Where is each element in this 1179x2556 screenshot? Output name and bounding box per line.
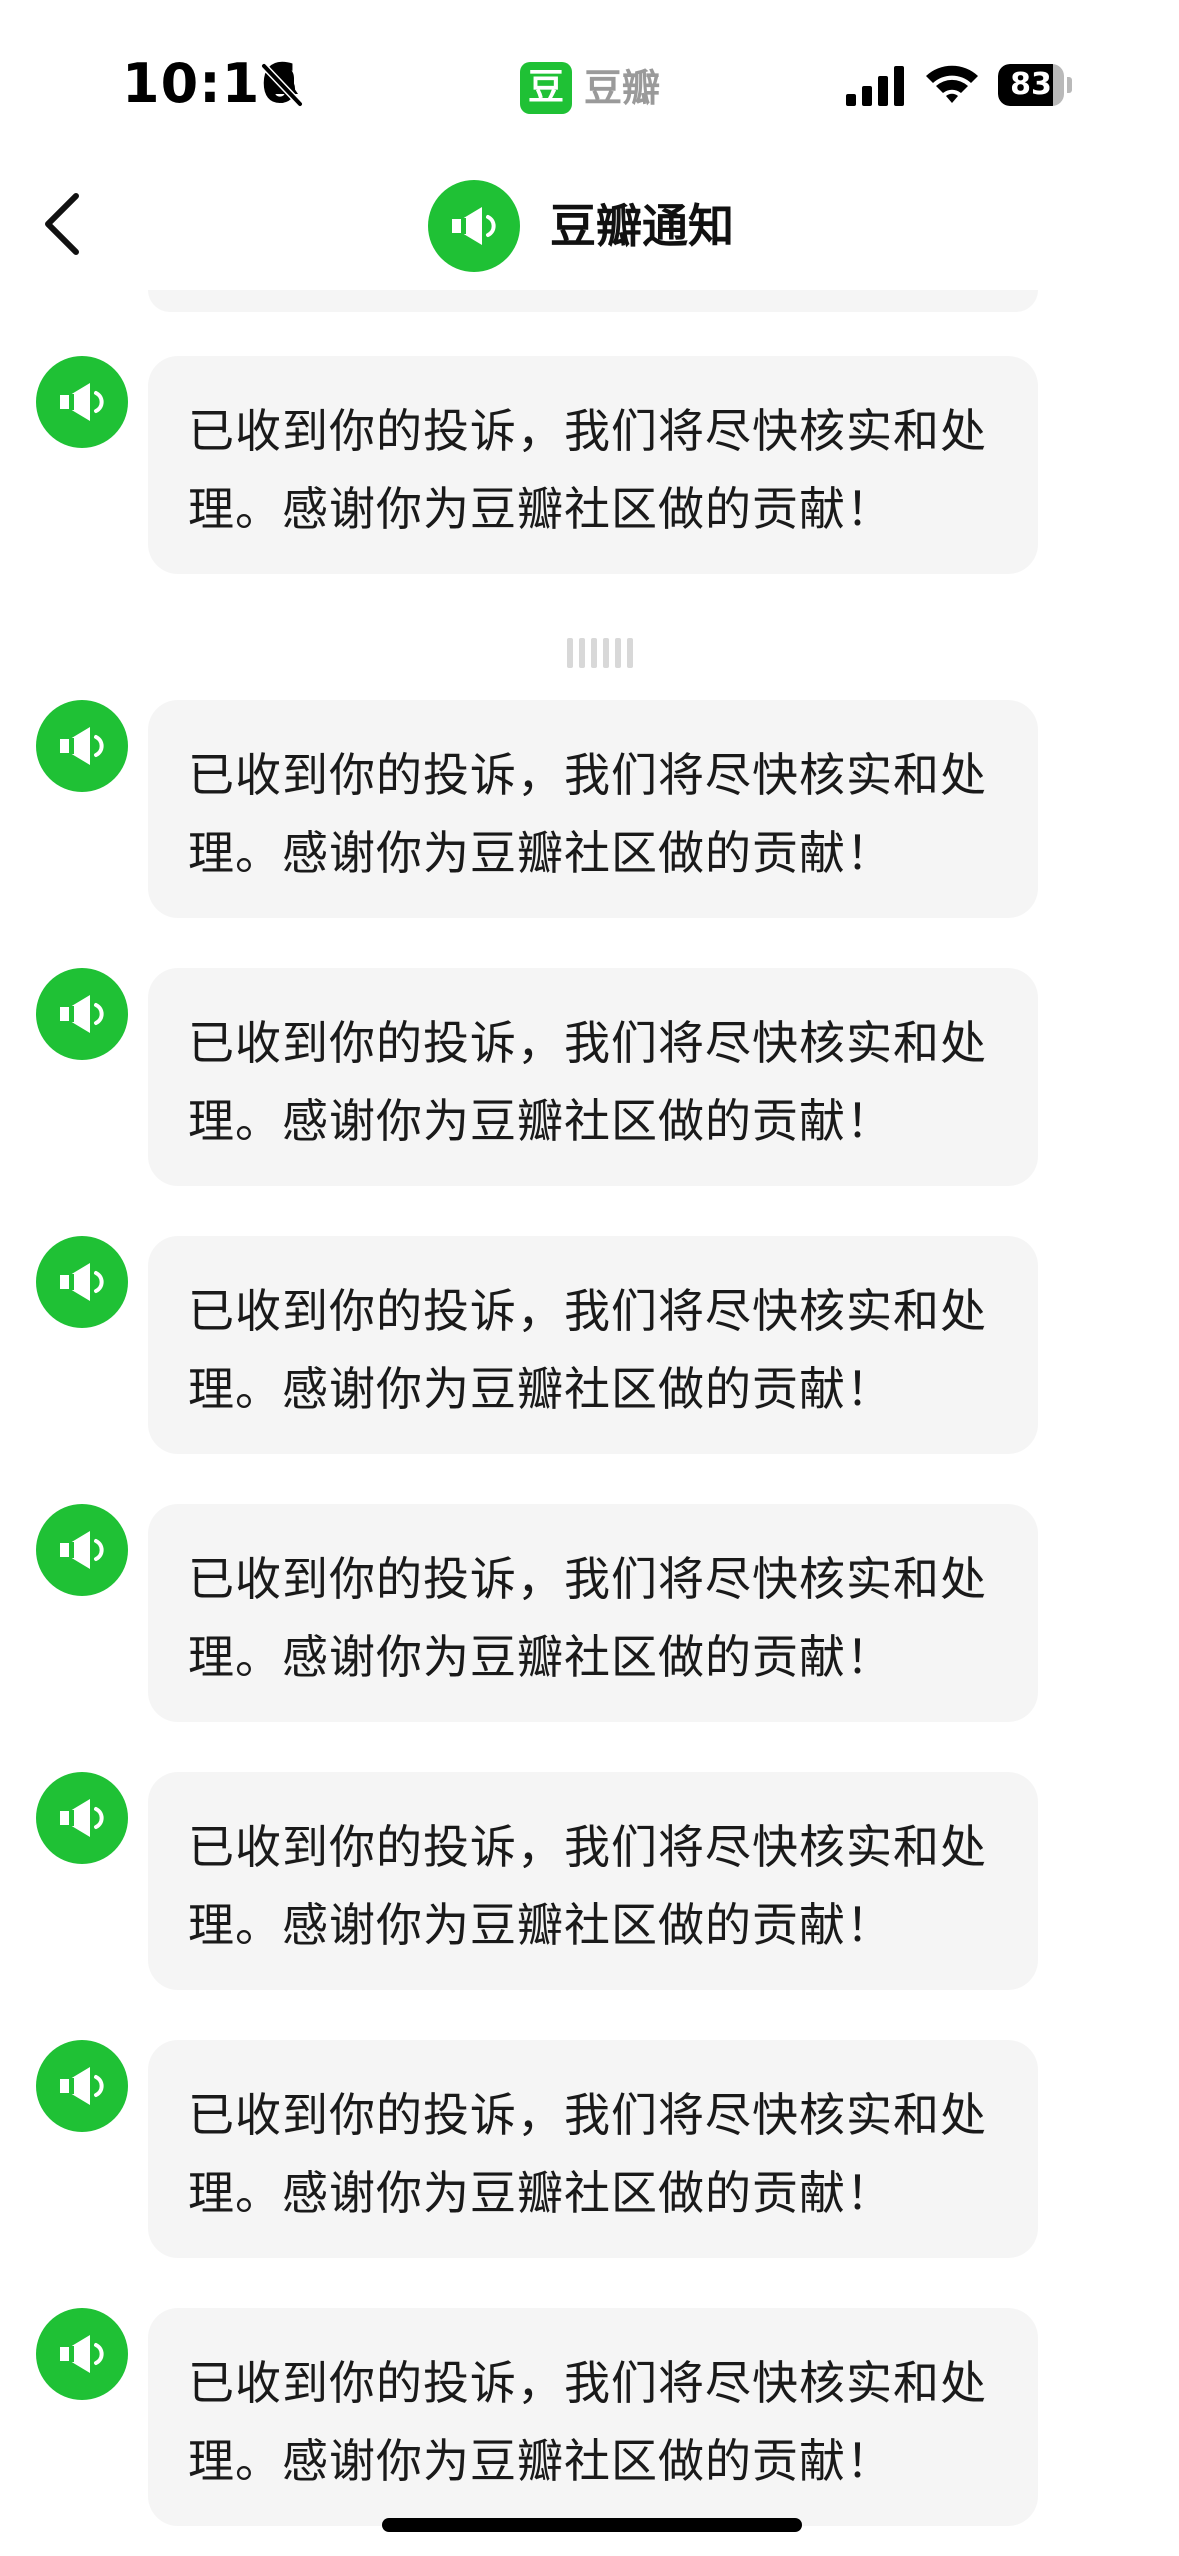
message-bubble[interactable]: 已收到你的投诉，我们将尽快核实和处理。感谢你为豆瓣社区做的贡献！: [148, 1236, 1038, 1454]
message-bubble[interactable]: 已收到你的投诉，我们将尽快核实和处理。感谢你为豆瓣社区做的贡献！: [148, 2308, 1038, 2526]
megaphone-icon: [60, 1531, 104, 1569]
megaphone-icon: [60, 1799, 104, 1837]
list-item: 已收到你的投诉，我们将尽快核实和处理。感谢你为豆瓣社区做的贡献！: [0, 2040, 1179, 2260]
megaphone-icon: [60, 1263, 104, 1301]
status-bar: 10:16 豆 豆瓣 83: [0, 0, 1179, 150]
avatar[interactable]: [36, 356, 128, 448]
douban-app-badge: 豆: [520, 62, 572, 114]
list-item: 已收到你的投诉，我们将尽快核实和处理。感谢你为豆瓣社区做的贡献！: [0, 1236, 1179, 1456]
list-item: 已收到你的投诉，我们将尽快核实和处理。感谢你为豆瓣社区做的贡献！: [0, 700, 1179, 920]
avatar[interactable]: [36, 2308, 128, 2400]
megaphone-icon: [60, 995, 104, 1033]
megaphone-icon: [60, 383, 104, 421]
page-title: 豆瓣通知: [550, 199, 734, 253]
time-divider: [548, 636, 652, 670]
avatar[interactable]: [36, 1236, 128, 1328]
nav-bar: 豆瓣通知: [0, 160, 1179, 290]
bell-slash-icon: [260, 62, 304, 108]
avatar[interactable]: [36, 1504, 128, 1596]
megaphone-icon: [60, 727, 104, 765]
list-item: 已收到你的投诉，我们将尽快核实和处理。感谢你为豆瓣社区做的贡献！: [0, 968, 1179, 1188]
avatar[interactable]: [36, 1772, 128, 1864]
battery-level: 83: [1010, 67, 1052, 102]
message-bubble[interactable]: 已收到你的投诉，我们将尽快核实和处理。感谢你为豆瓣社区做的贡献！: [148, 1504, 1038, 1722]
cellular-signal-icon: [846, 66, 904, 106]
partial-message-bubble: [148, 290, 1038, 312]
list-item: 已收到你的投诉，我们将尽快核实和处理。感谢你为豆瓣社区做的贡献！: [0, 1504, 1179, 1724]
message-bubble[interactable]: 已收到你的投诉，我们将尽快核实和处理。感谢你为豆瓣社区做的贡献！: [148, 1772, 1038, 1990]
avatar[interactable]: [36, 2040, 128, 2132]
chevron-left-icon[interactable]: [30, 184, 100, 264]
megaphone-icon: [60, 2335, 104, 2373]
message-list[interactable]: 已收到你的投诉，我们将尽快核实和处理。感谢你为豆瓣社区做的贡献！ 已收到你的投诉…: [0, 290, 1179, 2526]
app-name: 豆瓣: [584, 66, 661, 110]
home-indicator[interactable]: [382, 2518, 802, 2532]
list-item: 已收到你的投诉，我们将尽快核实和处理。感谢你为豆瓣社区做的贡献！: [0, 356, 1179, 576]
avatar[interactable]: [428, 180, 520, 272]
battery-icon: 83: [998, 64, 1074, 108]
list-item: 已收到你的投诉，我们将尽快核实和处理。感谢你为豆瓣社区做的贡献！: [0, 2308, 1179, 2528]
megaphone-icon: [452, 207, 496, 245]
list-item: 已收到你的投诉，我们将尽快核实和处理。感谢你为豆瓣社区做的贡献！: [0, 1772, 1179, 1992]
message-bubble[interactable]: 已收到你的投诉，我们将尽快核实和处理。感谢你为豆瓣社区做的贡献！: [148, 2040, 1038, 2258]
avatar[interactable]: [36, 700, 128, 792]
message-bubble[interactable]: 已收到你的投诉，我们将尽快核实和处理。感谢你为豆瓣社区做的贡献！: [148, 968, 1038, 1186]
message-bubble[interactable]: 已收到你的投诉，我们将尽快核实和处理。感谢你为豆瓣社区做的贡献！: [148, 700, 1038, 918]
avatar[interactable]: [36, 968, 128, 1060]
megaphone-icon: [60, 2067, 104, 2105]
message-bubble[interactable]: 已收到你的投诉，我们将尽快核实和处理。感谢你为豆瓣社区做的贡献！: [148, 356, 1038, 574]
wifi-icon: [926, 65, 978, 103]
